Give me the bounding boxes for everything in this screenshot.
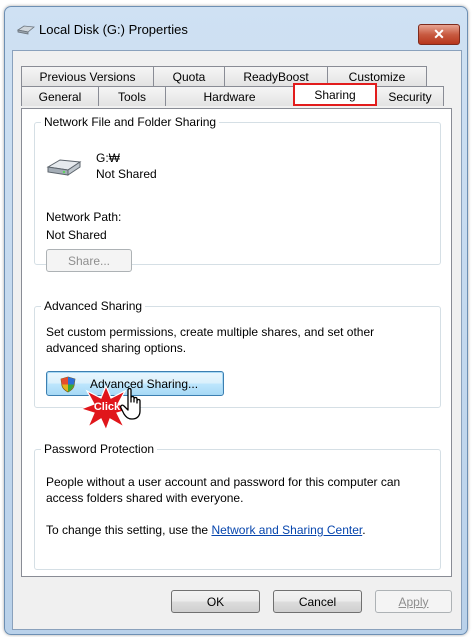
tab-sharing[interactable]: Sharing (293, 83, 377, 106)
cancel-button[interactable]: Cancel (273, 590, 362, 613)
tab-label: Security (388, 89, 432, 104)
change-setting-text: To change this setting, use the Network … (46, 523, 366, 537)
window-title: Local Disk (G:) Properties (39, 22, 188, 37)
advanced-sharing-description: Set custom permissions, create multiple … (46, 325, 375, 355)
share-button[interactable]: Share... (46, 249, 132, 272)
drive-icon (17, 25, 35, 35)
tab-security[interactable]: Security (376, 86, 444, 106)
tab-row-2: General Tools Hardware Sharing Security (21, 83, 444, 106)
share-button-label: Share... (67, 253, 111, 268)
advanced-sharing-legend: Advanced Sharing (44, 299, 143, 313)
tab-label: Sharing (314, 88, 356, 102)
tab-tools[interactable]: Tools (98, 86, 166, 106)
tab-label: General (38, 89, 82, 104)
network-sharing-legend: Network File and Folder Sharing (44, 115, 217, 129)
click-badge-label: Click (93, 401, 121, 413)
password-protection-legend: Password Protection (44, 442, 155, 456)
change-setting-prefix: To change this setting, use the (46, 523, 212, 537)
tab-previous-versions[interactable]: Previous Versions (21, 66, 154, 86)
sharing-panel: Network File and Folder Sharing G:₩ Not … (21, 108, 452, 577)
properties-window: Local Disk (G:) Properties ✕ Previous Ve… (4, 6, 468, 635)
password-protection-description: People without a user account and passwo… (46, 475, 401, 505)
ok-button-label: OK (206, 594, 225, 609)
tab-label: Quota (172, 69, 206, 84)
tab-quota[interactable]: Quota (153, 66, 225, 86)
ok-button[interactable]: OK (171, 590, 260, 613)
tab-label: Tools (117, 89, 146, 104)
hand-pointer-icon (120, 387, 141, 420)
apply-button[interactable]: Apply (375, 590, 452, 613)
uac-shield-icon (60, 376, 76, 393)
change-setting-suffix: . (362, 523, 366, 537)
password-protection-group: Password Protection (34, 442, 441, 570)
cancel-button-label: Cancel (298, 594, 337, 609)
tab-label: ReadyBoost (243, 69, 309, 84)
drive-name: G:₩ (96, 151, 120, 165)
title-bar[interactable]: Local Disk (G:) Properties ✕ (5, 7, 467, 51)
network-path-value: Not Shared (46, 228, 107, 242)
network-path-label: Network Path: (46, 210, 122, 224)
tab-general[interactable]: General (21, 86, 99, 106)
dialog-client: Previous Versions Quota ReadyBoost Custo… (12, 50, 462, 630)
close-button[interactable]: ✕ (418, 24, 460, 45)
drive-share-status: Not Shared (96, 167, 157, 181)
close-icon: ✕ (433, 26, 445, 42)
drive-icon (46, 159, 82, 176)
tab-label: Previous Versions (39, 69, 136, 84)
tab-label: Hardware (203, 89, 256, 104)
tab-label: Customize (348, 69, 406, 84)
network-sharing-center-link[interactable]: Network and Sharing Center (211, 523, 362, 537)
network-sharing-group: Network File and Folder Sharing (34, 115, 441, 265)
apply-button-label: Apply (398, 594, 429, 609)
tab-hardware[interactable]: Hardware (165, 86, 294, 106)
